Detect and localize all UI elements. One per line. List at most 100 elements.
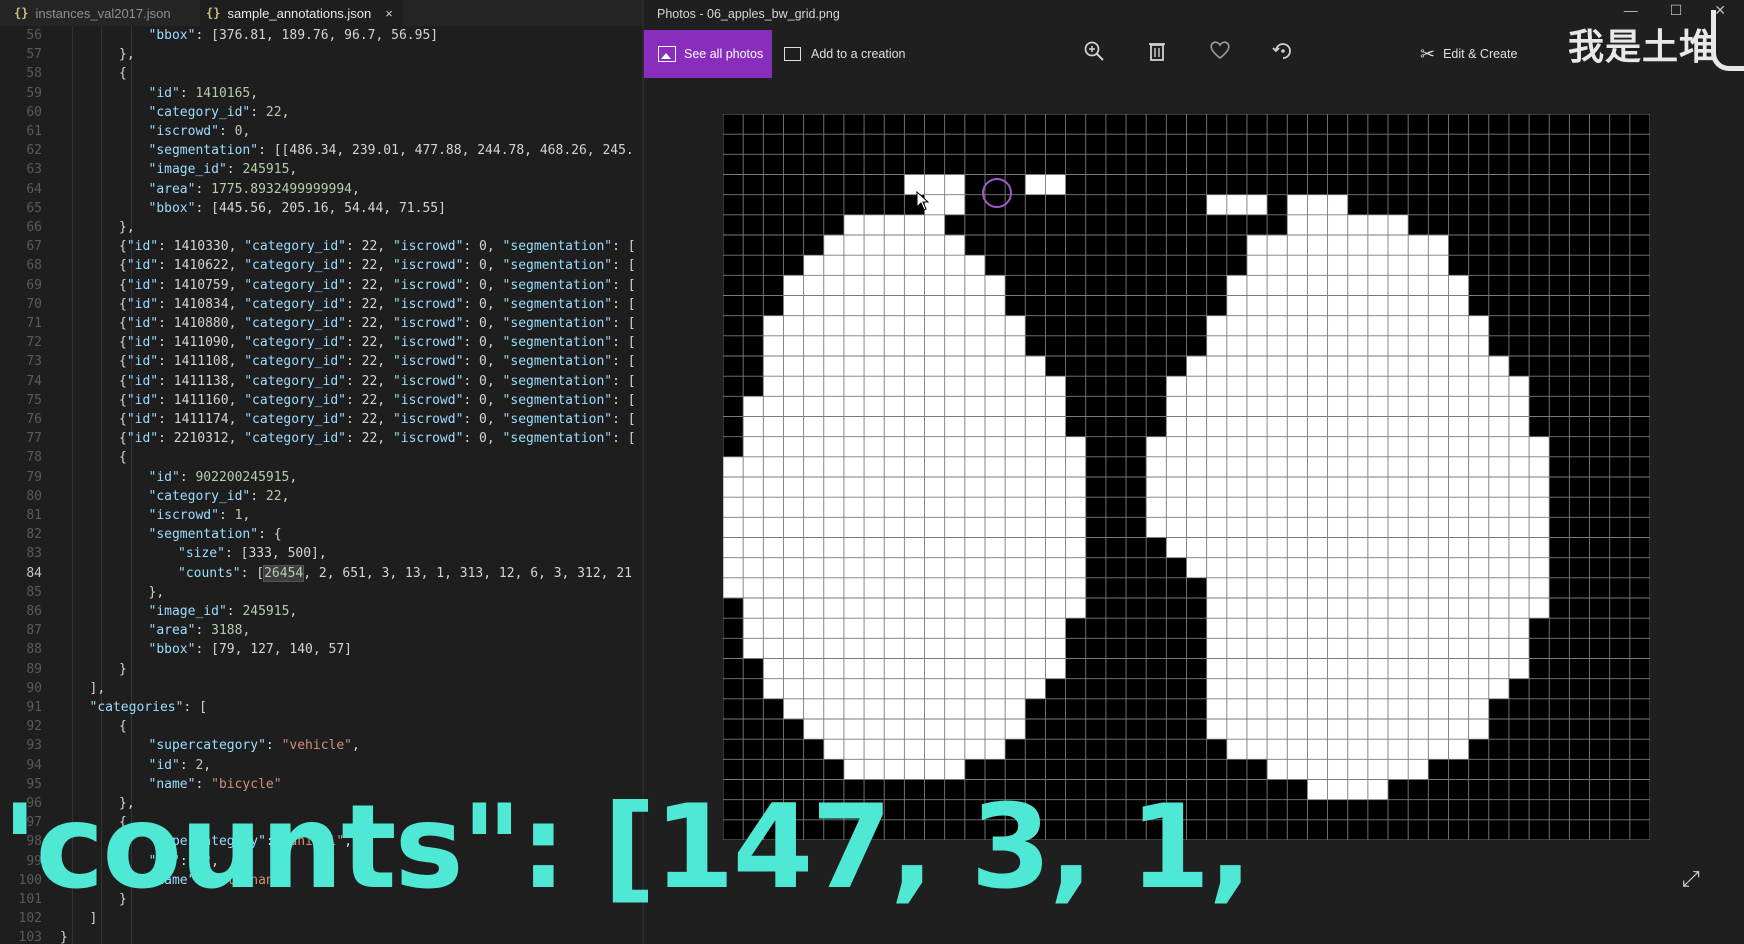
- code-line[interactable]: 83 "size": [333, 500],: [0, 544, 643, 563]
- line-text: "size": [333, 500],: [178, 544, 327, 563]
- code-token: 3188: [211, 623, 243, 639]
- code-line[interactable]: 61 "iscrowd": 0,: [0, 122, 643, 141]
- line-number: 92: [26, 719, 42, 735]
- see-all-photos-button[interactable]: See all photos: [644, 30, 772, 78]
- line-text: "categories": [: [90, 698, 207, 717]
- code-line[interactable]: 66},: [0, 218, 643, 237]
- code-token: 1775.8932499999994: [211, 181, 353, 197]
- code-token: : 1410330,: [158, 239, 245, 255]
- code-line[interactable]: 68 {"id": 1410622, "category_id": 22, "is…: [0, 256, 643, 275]
- code-line[interactable]: 75 {"id": 1411160, "category_id": 22, "is…: [0, 391, 643, 410]
- code-token: "segmentation": [502, 392, 613, 408]
- code-line[interactable]: 62 "segmentation": [[486.34, 239.01, 477.…: [0, 141, 643, 160]
- heart-icon[interactable]: [1207, 40, 1233, 68]
- code-line[interactable]: 89}: [0, 660, 643, 679]
- line-number: 74: [26, 373, 42, 389]
- code-token: : 2210312,: [158, 431, 245, 447]
- code-line[interactable]: 84 "counts": [26454, 2, 651, 3, 13, 1, 31…: [0, 564, 643, 583]
- code-line[interactable]: 69 {"id": 1410759, "category_id": 22, "is…: [0, 276, 643, 295]
- code-token: {: [119, 354, 127, 370]
- code-token: : 22,: [345, 373, 393, 389]
- code-token: :: [195, 623, 212, 639]
- expand-icon[interactable]: ⤢: [1682, 866, 1700, 892]
- code-line[interactable]: 58 {: [0, 64, 643, 83]
- code-line[interactable]: 64 "area": 1775.8932499999994,: [0, 180, 643, 199]
- code-token: 902200245915: [195, 469, 290, 485]
- code-line[interactable]: 73 {"id": 1411108, "category_id": 22, "is…: [0, 352, 643, 371]
- code-token: : 1410622,: [158, 258, 245, 274]
- code-line[interactable]: 88 "bbox": [79, 127, 140, 57]: [0, 640, 643, 659]
- code-token: : [: [612, 296, 636, 312]
- code-line[interactable]: 80 "category_id": 22,: [0, 487, 643, 506]
- code-line[interactable]: 70 {"id": 1410834, "category_id": 22, "is…: [0, 295, 643, 314]
- code-token: , 2, 651, 3, 13, 1, 313, 12, 6, 3, 312, …: [303, 565, 632, 581]
- line-text: "supercategory": "vehicle",: [149, 736, 360, 755]
- code-line[interactable]: 74 {"id": 1411138, "category_id": 22, "is…: [0, 372, 643, 391]
- line-number: 93: [26, 738, 42, 754]
- delete-icon[interactable]: [1144, 40, 1170, 68]
- code-line[interactable]: 71 {"id": 1410880, "category_id": 22, "is…: [0, 314, 643, 333]
- line-text: "bbox": [79, 127, 140, 57]: [149, 640, 353, 659]
- code-line[interactable]: 93 "supercategory": "vehicle",: [0, 736, 643, 755]
- code-line[interactable]: 103}: [0, 928, 643, 944]
- code-token: {: [119, 316, 127, 331]
- close-icon[interactable]: ×: [385, 6, 393, 21]
- code-token: : 0,: [463, 392, 503, 408]
- code-line[interactable]: 57},: [0, 45, 643, 64]
- maximize-icon[interactable]: ☐: [1670, 2, 1683, 19]
- code-line[interactable]: 86 "image_id": 245915,: [0, 602, 643, 621]
- line-number: 90: [26, 680, 42, 696]
- line-number: 69: [26, 277, 42, 293]
- code-token: "categories": [89, 700, 184, 715]
- code-token: {: [119, 296, 127, 312]
- code-token: 22: [265, 488, 282, 504]
- line-text: "segmentation": {: [149, 525, 282, 544]
- code-line[interactable]: 85},: [0, 583, 643, 602]
- code-token: {: [119, 373, 127, 389]
- code-line[interactable]: 63 "image_id": 245915,: [0, 160, 643, 179]
- code-line[interactable]: 67 {"id": 1410330, "category_id": 22, "is…: [0, 237, 643, 256]
- code-line[interactable]: 56 "bbox": [376.81, 189.76, 96.7, 56.95]: [0, 26, 643, 45]
- minimize-icon[interactable]: —: [1624, 2, 1638, 19]
- code-line[interactable]: 87 "area": 3188,: [0, 621, 643, 640]
- code-token: : 0,: [463, 239, 503, 255]
- code-line[interactable]: 82 "segmentation": {: [0, 525, 643, 544]
- code-token: "iscrowd": [148, 508, 219, 523]
- code-line[interactable]: 79 "id": 902200245915,: [0, 468, 643, 487]
- code-line[interactable]: 60 "category_id": 22,: [0, 103, 643, 122]
- code-line[interactable]: 65 "bbox": [445.56, 205.16, 54.44, 71.55]: [0, 199, 643, 218]
- tab-sample-annotations[interactable]: {} sample_annotations.json ×: [200, 0, 403, 26]
- code-token: : [: [612, 373, 636, 389]
- code-token: "id": [148, 757, 180, 773]
- code-line[interactable]: 81 "iscrowd": 1,: [0, 506, 643, 525]
- code-line[interactable]: 92 {: [0, 717, 643, 736]
- edit-create-button[interactable]: ✂ Edit & Create: [1420, 30, 1517, 78]
- code-token: {: [119, 239, 127, 255]
- code-token: "id": [126, 392, 159, 408]
- tab-instances-val2017[interactable]: {} instances_val2017.json: [14, 0, 171, 26]
- code-line[interactable]: 94 "id": 2,: [0, 756, 643, 775]
- code-token: "segmentation": [502, 354, 613, 370]
- line-text: "id": 1410165,: [149, 84, 259, 103]
- line-text: {"id": 1411138, "category_id": 22, "iscr…: [119, 372, 636, 391]
- code-line[interactable]: 76 {"id": 1411174, "category_id": 22, "is…: [0, 410, 643, 429]
- code-line[interactable]: 78 {: [0, 448, 643, 467]
- code-token: "iscrowd": [392, 412, 464, 427]
- line-number: 79: [26, 469, 42, 485]
- add-to-creation-button[interactable]: Add to a creation: [784, 30, 906, 78]
- window-title: Photos - 06_apples_bw_grid.png: [657, 7, 840, 21]
- line-text: "segmentation": [[486.34, 239.01, 477.88…: [149, 141, 634, 160]
- code-token: : [333, 500],: [224, 546, 327, 562]
- code-line[interactable]: 77 {"id": 2210312, "category_id": 22, "is…: [0, 429, 643, 448]
- zoom-in-icon[interactable]: [1081, 40, 1107, 68]
- code-token: : [: [612, 258, 636, 274]
- code-line[interactable]: 91 "categories": [: [0, 698, 643, 717]
- code-line[interactable]: 72 {"id": 1411090, "category_id": 22, "is…: [0, 333, 643, 352]
- code-token: "category_id": [244, 258, 346, 274]
- rotate-icon[interactable]: [1270, 40, 1296, 68]
- code-line[interactable]: 90],: [0, 679, 643, 698]
- code-line[interactable]: 59 "id": 1410165,: [0, 84, 643, 103]
- line-number: 85: [26, 584, 42, 600]
- code-token: "id": [126, 239, 159, 255]
- code-token: "iscrowd": [148, 124, 219, 139]
